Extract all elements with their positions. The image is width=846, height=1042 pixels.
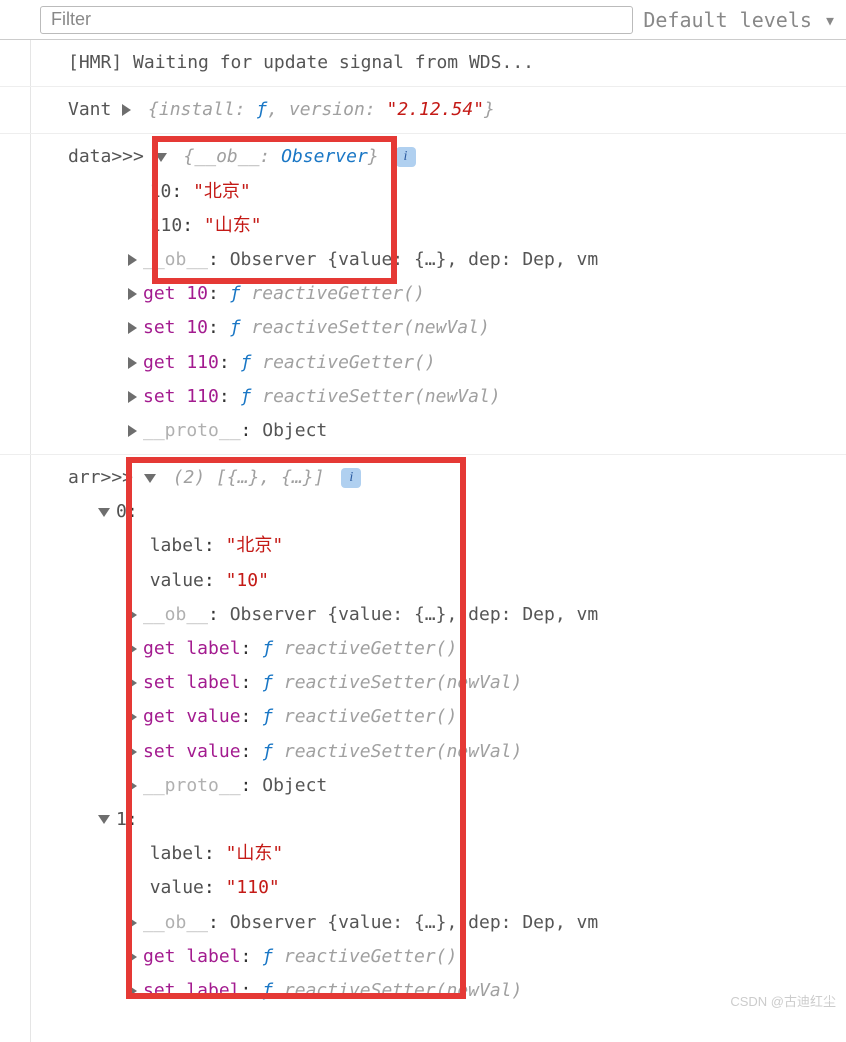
expand-icon[interactable] <box>128 951 137 963</box>
expand-icon[interactable] <box>128 425 137 437</box>
expand-icon[interactable] <box>128 643 137 655</box>
expand-icon[interactable] <box>128 288 137 300</box>
log-data-object: data>>> {__ob__: Observer} i 10: "北京" 11… <box>0 134 846 455</box>
property-row[interactable]: set label: ƒ reactiveSetter(newVal) <box>68 666 846 700</box>
property-row[interactable]: set value: ƒ reactiveSetter(newVal) <box>68 735 846 769</box>
log-message: [HMR] Waiting for update signal from WDS… <box>0 40 846 87</box>
expand-icon[interactable] <box>128 711 137 723</box>
property-row[interactable]: label: "山东" <box>68 837 846 871</box>
expand-icon[interactable] <box>128 780 137 792</box>
property-row[interactable]: __ob__: Observer {value: {…}, dep: Dep, … <box>68 906 846 940</box>
watermark: CSDN @古迪红尘 <box>730 991 836 1010</box>
expand-icon[interactable] <box>128 357 137 369</box>
collapse-icon[interactable] <box>98 815 110 824</box>
property-row[interactable]: value: "10" <box>68 564 846 598</box>
expand-icon[interactable] <box>122 104 131 116</box>
collapse-icon[interactable] <box>144 474 156 483</box>
collapse-icon[interactable] <box>155 153 167 162</box>
log-arr-object: arr>>> (2) [{…}, {…}] i 0: label: "北京" v… <box>0 455 846 1014</box>
array-index[interactable]: 1: <box>68 803 846 837</box>
property-row[interactable]: get value: ƒ reactiveGetter() <box>68 700 846 734</box>
property-row[interactable]: 10: "北京" <box>68 175 846 209</box>
collapse-icon[interactable] <box>98 508 110 517</box>
property-row[interactable]: get label: ƒ reactiveGetter() <box>68 940 846 974</box>
expand-icon[interactable] <box>128 985 137 997</box>
log-object-vant[interactable]: Vant {install: ƒ, version: "2.12.54"} <box>0 87 846 134</box>
property-row[interactable]: __proto__: Object <box>68 769 846 803</box>
property-row[interactable]: get 110: ƒ reactiveGetter() <box>68 346 846 380</box>
property-row[interactable]: __ob__: Observer {value: {…}, dep: Dep, … <box>68 243 846 277</box>
property-row[interactable]: label: "北京" <box>68 529 846 563</box>
info-icon[interactable]: i <box>396 147 416 167</box>
console-output: [HMR] Waiting for update signal from WDS… <box>0 40 846 1014</box>
property-row[interactable]: 110: "山东" <box>68 209 846 243</box>
property-row[interactable]: __ob__: Observer {value: {…}, dep: Dep, … <box>68 598 846 632</box>
property-row[interactable]: get label: ƒ reactiveGetter() <box>68 632 846 666</box>
expand-icon[interactable] <box>128 917 137 929</box>
expand-icon[interactable] <box>128 322 137 334</box>
filter-input[interactable] <box>40 6 633 34</box>
expand-icon[interactable] <box>128 746 137 758</box>
property-row[interactable]: set 10: ƒ reactiveSetter(newVal) <box>68 311 846 345</box>
property-row[interactable]: set label: ƒ reactiveSetter(newVal) <box>68 974 846 1008</box>
log-levels-dropdown[interactable]: Default levels ▾ <box>643 8 836 32</box>
property-row[interactable]: __proto__: Object <box>68 414 846 448</box>
console-toolbar: Default levels ▾ <box>0 0 846 40</box>
expand-icon[interactable] <box>128 391 137 403</box>
array-index[interactable]: 0: <box>68 495 846 529</box>
info-icon[interactable]: i <box>341 468 361 488</box>
property-row[interactable]: set 110: ƒ reactiveSetter(newVal) <box>68 380 846 414</box>
property-row[interactable]: value: "110" <box>68 871 846 905</box>
property-row[interactable]: get 10: ƒ reactiveGetter() <box>68 277 846 311</box>
expand-icon[interactable] <box>128 609 137 621</box>
chevron-down-icon: ▾ <box>824 8 836 32</box>
expand-icon[interactable] <box>128 254 137 266</box>
expand-icon[interactable] <box>128 677 137 689</box>
